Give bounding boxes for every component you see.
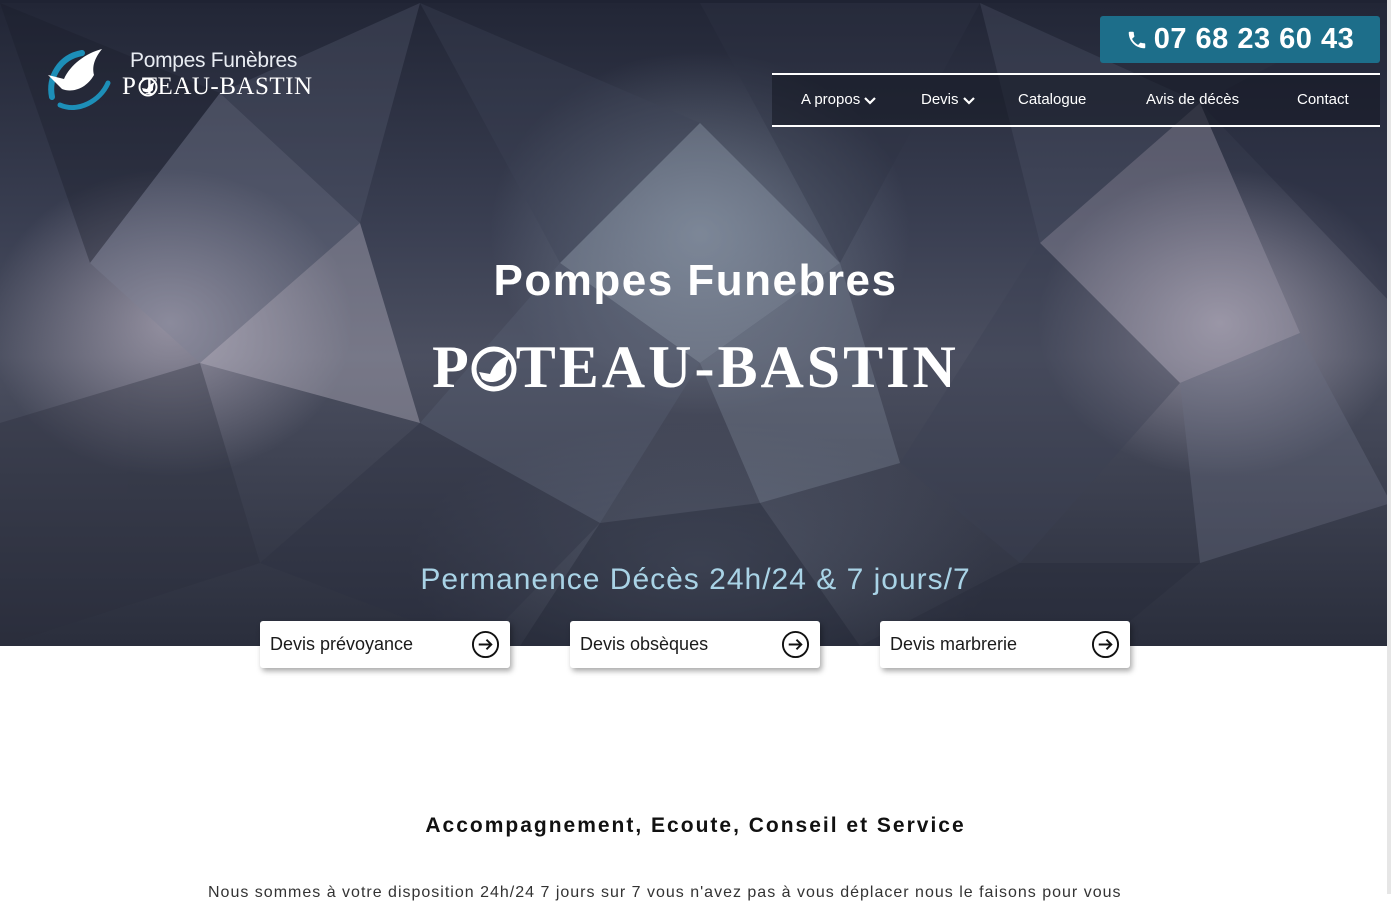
devis-obseques-button[interactable]: Devis obsèques <box>570 621 820 668</box>
nav-item-label: Catalogue <box>1018 91 1087 108</box>
intro-text: Nous sommes à votre disposition 24h/24 7… <box>208 884 1122 901</box>
permanence-text: Permanence Décès 24h/24 & 7 jours/7 <box>420 563 971 596</box>
phone-icon <box>1128 31 1145 48</box>
devis-marbrerie-button[interactable]: Devis marbrerie <box>880 621 1130 668</box>
chevron-down-icon <box>962 96 975 105</box>
arrow-right-circle-icon <box>781 630 810 659</box>
site-logo[interactable]: Pompes Funèbres P TEAU-BASTIN <box>38 39 343 117</box>
nav-item-label: Devis <box>921 91 959 108</box>
quote-button-label: Devis obsèques <box>580 634 709 654</box>
phone-number: 07 68 23 60 43 <box>1153 23 1355 55</box>
scrollbar[interactable] <box>1387 0 1391 894</box>
nav-item-catalogue[interactable]: Catalogue <box>1018 91 1086 108</box>
nav-item-devis[interactable]: Devis <box>921 91 975 108</box>
hero-banner: Pompes Funèbres P TEAU-BASTIN 07 68 23 6… <box>0 3 1391 646</box>
logo-line1: Pompes Funèbres <box>130 49 298 72</box>
logo-o-dove-icon <box>138 77 158 97</box>
nav-item-label: A propos <box>801 91 861 108</box>
main-nav: A propos Devis Catalogue Avis de décès C… <box>772 73 1380 127</box>
hero-title: Pompes Funebres <box>493 256 898 305</box>
nav-item-a-propos[interactable]: A propos <box>801 91 876 108</box>
devis-prevoyance-button[interactable]: Devis prévoyance <box>260 621 510 668</box>
quote-button-label: Devis marbrerie <box>890 634 1018 654</box>
dove-icon <box>48 49 111 111</box>
nav-item-label: Contact <box>1297 91 1349 108</box>
nav-item-label: Avis de décès <box>1146 91 1240 108</box>
arrow-right-circle-icon <box>471 630 500 659</box>
nav-item-avis-de-deces[interactable]: Avis de décès <box>1146 91 1239 108</box>
hero-name-end: TEAU-BASTIN <box>515 334 959 400</box>
hero-name-start: P <box>432 334 472 400</box>
nav-item-contact[interactable]: Contact <box>1297 91 1349 108</box>
quote-button-label: Devis prévoyance <box>270 634 414 654</box>
arrow-right-circle-icon <box>1091 630 1120 659</box>
section-title: Accompagnement, Ecoute, Conseil et Servi… <box>425 814 966 837</box>
dove-o-icon <box>471 346 517 392</box>
hero-name: P TEAU-BASTIN <box>0 333 1391 402</box>
phone-button[interactable]: 07 68 23 60 43 <box>1100 16 1380 63</box>
chevron-down-icon <box>864 96 876 105</box>
